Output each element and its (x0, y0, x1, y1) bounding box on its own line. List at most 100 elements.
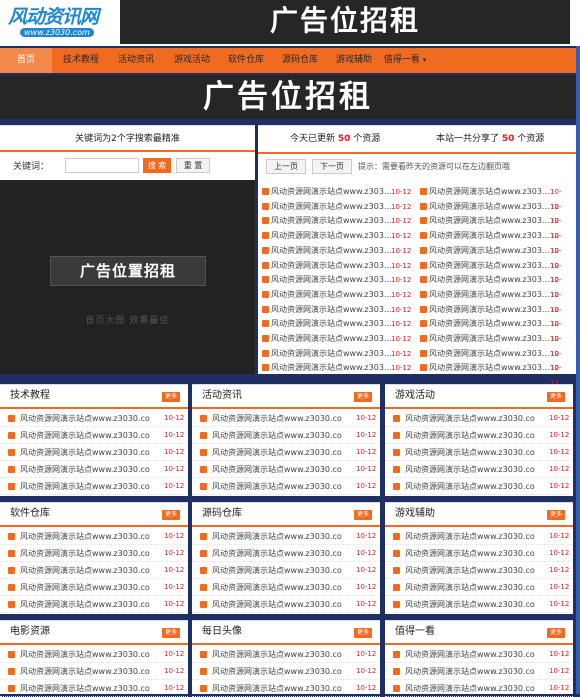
update-item[interactable]: 风动资源网演示站点www.z303...10-12 (420, 303, 570, 328)
nav-item-software[interactable]: 软件仓库 (221, 48, 271, 73)
top-ad-banner[interactable]: 广告位招租 (120, 0, 570, 44)
more-button[interactable]: 更多 (162, 510, 180, 520)
list-item-title: 风动资源网演示站点www.z3030.co (212, 650, 342, 659)
list-item[interactable]: 风动资源网演示站点www.z3030.co 10-12 (0, 444, 188, 461)
list-item[interactable]: 风动资源网演示站点www.z3030.co 10-12 (0, 579, 188, 596)
update-item[interactable]: 风动资源网演示站点www.z303...10-12 (420, 273, 570, 299)
list-item[interactable]: 风动资源网演示站点www.z3030.co 10-12 (192, 579, 380, 596)
reset-button[interactable]: 重 置 (176, 158, 210, 173)
list-item[interactable]: 风动资源网演示站点www.z3030.co 10-12 (385, 596, 573, 613)
nav-item-worth[interactable]: 值得一看 ▾ (381, 48, 429, 73)
nav-item-home[interactable]: 首页 (0, 48, 52, 73)
update-item[interactable]: 风动资源网演示站点www.z303...10-12 (262, 185, 412, 200)
list-item[interactable]: 风动资源网演示站点www.z3030.co 10-12 (0, 478, 188, 495)
list-item[interactable]: 风动资源网演示站点www.z3030.co 10-12 (192, 596, 380, 613)
list-item[interactable]: 风动资源网演示站点www.z3030.co 10-12 (0, 461, 188, 478)
update-item[interactable]: 风动资源网演示站点www.z303...10-12 (262, 229, 412, 244)
nav-item-source[interactable]: 源码仓库 (275, 48, 325, 73)
site-logo[interactable]: 风动资讯网 www.z3030.com (6, 2, 118, 42)
list-item[interactable]: 风动资源网演示站点www.z3030.co 10-12 (192, 461, 380, 478)
update-item[interactable]: 风动资源网演示站点www.z303...10-12 (262, 347, 412, 362)
list-item[interactable]: 风动资源网演示站点www.z3030.co 10-12 (385, 545, 573, 562)
nav-item-game-aid[interactable]: 游戏辅助 (329, 48, 379, 73)
more-button[interactable]: 更多 (547, 628, 565, 638)
update-item[interactable]: 风动资源网演示站点www.z303...10-12 (420, 214, 570, 240)
list-item[interactable]: 风动资源网演示站点www.z3030.co 10-12 (0, 680, 188, 697)
update-item[interactable]: 风动资源网演示站点www.z303...10-12 (420, 317, 570, 343)
list-item[interactable]: 风动资源网演示站点www.z3030.co 10-12 (0, 663, 188, 680)
more-button[interactable]: 更多 (162, 392, 180, 402)
list-item[interactable]: 风动资源网演示站点www.z3030.co 10-12 (192, 562, 380, 579)
ad-box[interactable]: 广告位置招租 首页大图 效果最佳 (0, 180, 255, 374)
list-item[interactable]: 风动资源网演示站点www.z3030.co 10-12 (0, 427, 188, 444)
list-item[interactable]: 风动资源网演示站点www.z3030.co 10-12 (192, 478, 380, 495)
prev-page-button[interactable]: 上一页 (266, 159, 306, 174)
update-item[interactable]: 风动资源网演示站点www.z303...10-12 (420, 259, 570, 284)
list-item[interactable]: 风动资源网演示站点www.z3030.co 10-12 (385, 461, 573, 478)
update-item[interactable]: 风动资源网演示站点www.z303...10-12 (262, 259, 412, 274)
list-item-title: 风动资源网演示站点www.z3030.co (212, 549, 342, 558)
file-icon (262, 276, 269, 284)
update-item[interactable]: 风动资源网演示站点www.z303...10-12 (262, 288, 412, 303)
update-item[interactable]: 风动资源网演示站点www.z303...10-12 (262, 273, 412, 288)
update-item[interactable]: 风动资源网演示站点www.z303...10-12 (420, 185, 570, 211)
list-item[interactable]: 风动资源网演示站点www.z3030.co 10-12 (385, 579, 573, 596)
keyword-input[interactable] (65, 158, 139, 173)
update-item-date: 10-12 (391, 364, 412, 373)
list-item[interactable]: 风动资源网演示站点www.z3030.co 10-12 (385, 680, 573, 697)
big-ad-banner[interactable]: 广告位招租 (0, 75, 576, 119)
list-item[interactable]: 风动资源网演示站点www.z3030.co 10-12 (0, 562, 188, 579)
update-item[interactable]: 风动资源网演示站点www.z303...10-12 (262, 303, 412, 318)
list-item[interactable]: 风动资源网演示站点www.z3030.co 10-12 (192, 663, 380, 680)
update-item[interactable]: 风动资源网演示站点www.z303...10-12 (262, 361, 412, 376)
update-item-title: 风动资源网演示站点www.z303... (271, 231, 392, 241)
more-button[interactable]: 更多 (547, 392, 565, 402)
update-item[interactable]: 风动资源网演示站点www.z303...10-12 (420, 288, 570, 314)
update-item[interactable]: 风动资源网演示站点www.z303...10-12 (420, 332, 570, 358)
list-item[interactable]: 风动资源网演示站点www.z3030.co 10-12 (192, 680, 380, 697)
list-item[interactable]: 风动资源网演示站点www.z3030.co 10-12 (192, 528, 380, 545)
nav-item-game-events[interactable]: 游戏活动 (166, 48, 218, 73)
list-item[interactable]: 风动资源网演示站点www.z3030.co 10-12 (0, 596, 188, 613)
list-item[interactable]: 风动资源网演示站点www.z3030.co 10-12 (0, 528, 188, 545)
list-item[interactable]: 风动资源网演示站点www.z3030.co 10-12 (385, 444, 573, 461)
more-button[interactable]: 更多 (354, 510, 372, 520)
update-item[interactable]: 风动资源网演示站点www.z303...10-12 (420, 244, 570, 270)
list-item[interactable]: 风动资源网演示站点www.z3030.co 10-12 (192, 545, 380, 562)
list-item-date: 10-12 (164, 667, 185, 675)
list-item[interactable]: 风动资源网演示站点www.z3030.co 10-12 (0, 545, 188, 562)
nav-item-news[interactable]: 活动资讯 (110, 48, 162, 73)
update-item[interactable]: 风动资源网演示站点www.z303...10-12 (262, 317, 412, 332)
update-item-title: 风动资源网演示站点www.z303... (429, 363, 550, 373)
more-button[interactable]: 更多 (162, 628, 180, 638)
list-item[interactable]: 风动资源网演示站点www.z3030.co 10-12 (385, 562, 573, 579)
list-item[interactable]: 风动资源网演示站点www.z3030.co 10-12 (385, 478, 573, 495)
update-item[interactable]: 风动资源网演示站点www.z303...10-12 (420, 361, 570, 387)
list-item[interactable]: 风动资源网演示站点www.z3030.co 10-12 (0, 646, 188, 663)
list-item[interactable]: 风动资源网演示站点www.z3030.co 10-12 (192, 444, 380, 461)
update-item[interactable]: 风动资源网演示站点www.z303...10-12 (262, 214, 412, 229)
update-item[interactable]: 风动资源网演示站点www.z303...10-12 (262, 332, 412, 347)
more-button[interactable]: 更多 (354, 628, 372, 638)
file-icon (262, 232, 269, 240)
list-item[interactable]: 风动资源网演示站点www.z3030.co 10-12 (385, 427, 573, 444)
update-item[interactable]: 风动资源网演示站点www.z303...10-12 (420, 229, 570, 255)
list-item[interactable]: 风动资源网演示站点www.z3030.co 10-12 (385, 410, 573, 427)
update-item[interactable]: 风动资源网演示站点www.z303...10-12 (262, 244, 412, 259)
search-button[interactable]: 搜 索 (143, 158, 171, 173)
list-item-title: 风动资源网演示站点www.z3030.co (20, 549, 150, 558)
list-item[interactable]: 风动资源网演示站点www.z3030.co 10-12 (192, 646, 380, 663)
nav-item-tech[interactable]: 技术教程 (56, 48, 106, 73)
next-page-button[interactable]: 下一页 (312, 159, 352, 174)
update-item[interactable]: 风动资源网演示站点www.z303...10-12 (262, 200, 412, 215)
list-item[interactable]: 风动资源网演示站点www.z3030.co 10-12 (0, 410, 188, 427)
list-item[interactable]: 风动资源网演示站点www.z3030.co 10-12 (385, 528, 573, 545)
list-item[interactable]: 风动资源网演示站点www.z3030.co 10-12 (192, 427, 380, 444)
list-item[interactable]: 风动资源网演示站点www.z3030.co 10-12 (385, 646, 573, 663)
update-item[interactable]: 风动资源网演示站点www.z303...10-12 (420, 200, 570, 225)
more-button[interactable]: 更多 (354, 392, 372, 402)
more-button[interactable]: 更多 (547, 510, 565, 520)
list-item[interactable]: 风动资源网演示站点www.z3030.co 10-12 (192, 410, 380, 427)
list-item[interactable]: 风动资源网演示站点www.z3030.co 10-12 (385, 663, 573, 680)
update-item[interactable]: 风动资源网演示站点www.z303...10-12 (420, 347, 570, 372)
